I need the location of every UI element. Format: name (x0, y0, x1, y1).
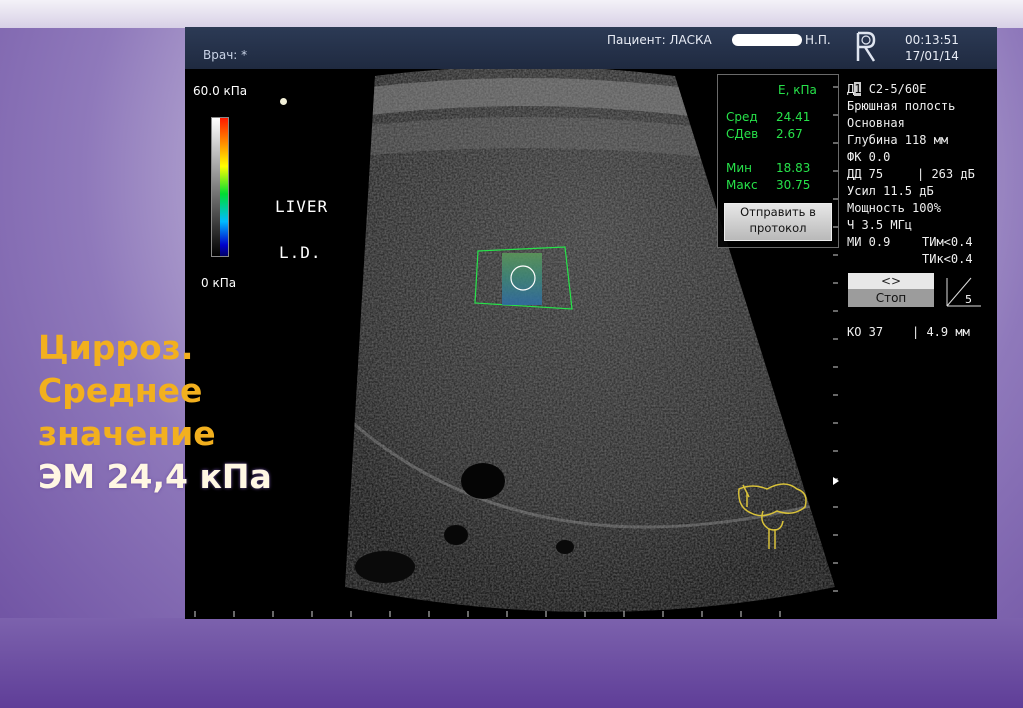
annotation-side: L.D. (279, 243, 322, 262)
send-to-protocol-button[interactable]: Отправить в протокол (724, 203, 832, 241)
min-label: Мин (726, 161, 752, 175)
orientation-dot-icon (280, 98, 287, 105)
frequency-label: Ч 3.5 МГц (847, 218, 913, 232)
stop-button[interactable]: Стоп (848, 289, 934, 307)
stats-title: E, кПа (778, 83, 817, 97)
sd-value: 2.67 (776, 127, 803, 141)
mi-label: МИ 0.9 (847, 235, 891, 249)
mean-label: Сред (726, 110, 758, 124)
caption-line2: Среднее (38, 371, 203, 410)
power-label: Мощность 100% (847, 201, 941, 215)
depth-label: Глубина 118 мм (847, 133, 949, 147)
mode-label: Основная (847, 116, 905, 130)
send-button-line1: Отправить в (740, 205, 816, 219)
flip-lr-button[interactable]: <> (848, 273, 934, 289)
fc-label: ФК 0.0 (847, 150, 891, 164)
tis-label: ТИм<0.4 (922, 235, 973, 249)
ultrasound-screen: Врач: * Пациент: ЛАСКА Н.П. 00:13:51 17/… (185, 27, 997, 619)
ultrasound-header: Врач: * Пациент: ЛАСКА Н.П. 00:13:51 17/… (185, 27, 997, 69)
probe-model: C2-5/60E (868, 82, 927, 96)
probe-index: 1 (854, 82, 862, 96)
send-button-line2: протокол (749, 221, 807, 235)
annotation-organ: LIVER (275, 197, 329, 216)
tib-label: ТИк<0.4 (922, 252, 973, 266)
lateral-scale (194, 611, 781, 617)
slide-bottom-band (0, 618, 1023, 708)
stiffness-stats-panel: E, кПа Сред 24.41 СДев 2.67 Мин 18.83 Ма… (717, 74, 839, 248)
caption-line3: значение (38, 414, 216, 453)
angle-steer-icon[interactable]: 5 (945, 274, 983, 308)
slide-top-band (0, 0, 1023, 28)
elastography-overlay (502, 253, 542, 305)
max-label: Макс (726, 178, 758, 192)
diagnosis-caption: Цирроз. Среднее значение ЭМ 24,4 кПа (38, 326, 338, 498)
scale-max-label: 60.0 кПа (193, 84, 248, 98)
doctor-label: Врач: * (203, 48, 248, 62)
patient-initials: Н.П. (805, 33, 831, 47)
max-value: 30.75 (776, 178, 811, 192)
date-label: 17/01/14 (905, 49, 959, 63)
gain-label: Усил 11.5 дБ (847, 184, 934, 198)
focus-marker-icon (833, 477, 839, 485)
patient-name-redaction (732, 34, 802, 46)
sd-label: СДев (726, 127, 759, 141)
scale-min-label: 0 кПа (201, 276, 237, 290)
time-label: 00:13:51 (905, 33, 959, 47)
stiffness-color-bar (220, 118, 228, 256)
grayscale-bar (212, 118, 220, 256)
angle-value: 5 (965, 293, 972, 306)
elastography-colorbar (211, 117, 229, 257)
mean-value: 24.41 (776, 110, 811, 124)
caption-line1: Цирроз. (38, 328, 194, 367)
caption-line4: ЭМ 24,4 кПа (38, 457, 272, 496)
min-value: 18.83 (776, 161, 811, 175)
patient-label: Пациент: ЛАСКА (607, 33, 712, 47)
ko-mm-label: | 4.9 мм (912, 325, 970, 339)
ko-label: КО 37 (847, 325, 884, 339)
probe-row: Д1 C2-5/60E (847, 82, 927, 96)
body-marker-icon (738, 483, 807, 549)
depth-scale (833, 86, 839, 592)
dynamic-range-label: ДД 75 (847, 167, 884, 181)
r-logo-icon (856, 31, 876, 62)
preset-label: Брюшная полость (847, 99, 956, 113)
dynamic-range-db: | 263 дБ (917, 167, 975, 181)
